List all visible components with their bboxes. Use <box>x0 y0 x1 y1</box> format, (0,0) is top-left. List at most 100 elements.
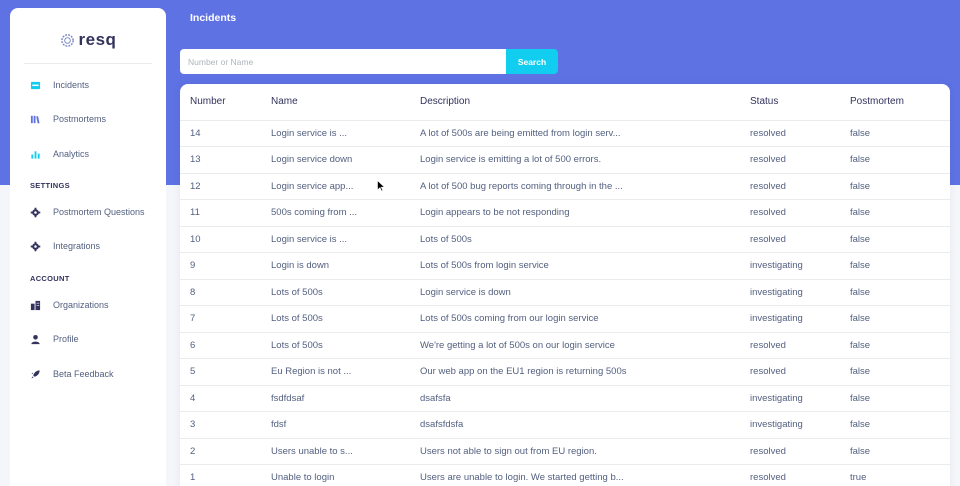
sidebar-item-beta-feedback[interactable]: Beta Feedback <box>10 363 166 385</box>
cell-status: investigating <box>740 385 840 412</box>
table-row[interactable]: 8 Lots of 500s Login service is down invest… <box>180 279 950 306</box>
cell-status: investigating <box>740 279 840 306</box>
cell-description: dsafsfa <box>410 385 740 412</box>
cell-status: resolved <box>740 146 840 174</box>
table-row[interactable]: 3 fdsf dsafsfdsfa investigating false <box>180 411 950 439</box>
cell-postmortem: false <box>840 305 950 333</box>
bar-chart-icon <box>29 148 41 160</box>
cell-number: 4 <box>180 385 261 412</box>
sidebar-item-postmortems[interactable]: Postmortems <box>10 108 166 130</box>
gear-icon <box>29 206 41 218</box>
sidebar-item-label: Incidents <box>53 80 90 90</box>
cell-number: 6 <box>180 332 261 359</box>
inbox-icon <box>29 79 41 91</box>
column-header-status[interactable]: Status <box>740 84 840 121</box>
cell-postmortem: false <box>840 332 950 359</box>
sidebar-item-label: Organizations <box>53 300 109 310</box>
table-row[interactable]: 10 Login service is ... Lots of 500s resolv… <box>180 226 950 253</box>
sidebar-item-organizations[interactable]: Organizations <box>10 294 166 316</box>
search-input[interactable] <box>180 49 506 74</box>
cell-postmortem: false <box>840 146 950 174</box>
cell-description: Login service is emitting a lot of 500 e… <box>410 146 740 174</box>
cell-number: 8 <box>180 279 261 306</box>
cell-postmortem: false <box>840 120 950 147</box>
cell-name: Login service is ... <box>261 226 410 253</box>
sidebar: resq Incidents Postmortems Analytics SET… <box>10 8 166 486</box>
cell-description: We're getting a lot of 500s on our login… <box>410 332 740 359</box>
sidebar-item-label: Profile <box>53 334 79 344</box>
cell-number: 7 <box>180 305 261 333</box>
table-row[interactable]: 9 Login is down Lots of 500s from login se… <box>180 252 950 280</box>
column-header-description[interactable]: Description <box>410 84 740 121</box>
sidebar-item-postmortem-questions[interactable]: Postmortem Questions <box>10 201 166 223</box>
sidebar-item-incidents[interactable]: Incidents <box>10 74 166 96</box>
cell-name: Lots of 500s <box>261 332 410 359</box>
cell-postmortem: false <box>840 252 950 280</box>
sidebar-item-profile[interactable]: Profile <box>10 328 166 350</box>
cell-description: Lots of 500s <box>410 226 740 253</box>
cell-name: Lots of 500s <box>261 305 410 333</box>
table-row[interactable]: 4 fsdfdsaf dsafsfa investigating false <box>180 385 950 412</box>
search-button[interactable]: Search <box>506 49 558 74</box>
column-header-postmortem[interactable]: Postmortem <box>840 84 950 121</box>
cell-status: resolved <box>740 438 840 465</box>
cell-description: Login appears to be not responding <box>410 199 740 227</box>
rocket-icon <box>29 368 41 380</box>
settings-section-title: SETTINGS <box>30 181 70 190</box>
table-row[interactable]: 12 Login service app... A lot of 500 bug r… <box>180 173 950 200</box>
cell-status: resolved <box>740 173 840 200</box>
cell-postmortem: false <box>840 279 950 306</box>
cell-status: investigating <box>740 305 840 333</box>
building-icon <box>29 299 41 311</box>
sidebar-item-integrations[interactable]: Integrations <box>10 235 166 257</box>
books-icon <box>29 113 41 125</box>
cell-name: fdsf <box>261 411 410 439</box>
cell-number: 13 <box>180 146 261 174</box>
column-header-name[interactable]: Name <box>261 84 410 121</box>
sidebar-item-label: Postmortem Questions <box>53 207 145 217</box>
cell-status: resolved <box>740 358 840 386</box>
table-row[interactable]: 5 Eu Region is not ... Our web app on the … <box>180 358 950 386</box>
cell-name: Eu Region is not ... <box>261 358 410 386</box>
cell-postmortem: false <box>840 438 950 465</box>
table-row[interactable]: 1 Unable to login Users are unable to logi… <box>180 464 950 486</box>
cell-number: 12 <box>180 173 261 200</box>
column-header-number[interactable]: Number <box>180 84 261 121</box>
cell-description: Users not able to sign out from EU regio… <box>410 438 740 465</box>
mouse-cursor-icon <box>377 180 385 192</box>
cell-postmortem: false <box>840 358 950 386</box>
cell-name: Unable to login <box>261 464 410 486</box>
cell-status: investigating <box>740 252 840 280</box>
table-row[interactable]: 7 Lots of 500s Lots of 500s coming from ou… <box>180 305 950 333</box>
table-row[interactable]: 11 500s coming from ... Login appears to b… <box>180 199 950 227</box>
cell-postmortem: true <box>840 464 950 486</box>
cell-postmortem: false <box>840 226 950 253</box>
table-row[interactable]: 13 Login service down Login service is emi… <box>180 146 950 174</box>
cell-name: Login service is ... <box>261 120 410 147</box>
cell-number: 14 <box>180 120 261 147</box>
cell-status: resolved <box>740 199 840 227</box>
cell-description: Lots of 500s from login service <box>410 252 740 280</box>
logo-icon <box>60 33 74 47</box>
table-row[interactable]: 6 Lots of 500s We're getting a lot of 500s… <box>180 332 950 359</box>
sidebar-item-analytics[interactable]: Analytics <box>10 143 166 165</box>
cell-postmortem: false <box>840 173 950 200</box>
cell-status: resolved <box>740 226 840 253</box>
cell-description: Login service is down <box>410 279 740 306</box>
page-title: Incidents <box>190 12 237 24</box>
table-row[interactable]: 14 Login service is ... A lot of 500s are … <box>180 120 950 147</box>
table-header-row: Number Name Description Status Postmorte… <box>180 84 950 121</box>
table-row[interactable]: 2 Users unable to s... Users not able to s… <box>180 438 950 465</box>
logo[interactable]: resq <box>10 28 166 52</box>
logo-divider <box>24 63 152 64</box>
cell-name: Login service app... <box>261 173 410 200</box>
cell-number: 9 <box>180 252 261 280</box>
cell-description: Users are unable to login. We started ge… <box>410 464 740 486</box>
cell-status: investigating <box>740 411 840 439</box>
cell-status: resolved <box>740 332 840 359</box>
table-body: 14 Login service is ... A lot of 500s are … <box>180 120 950 486</box>
cell-postmortem: false <box>840 385 950 412</box>
gear-icon <box>29 240 41 252</box>
cell-number: 1 <box>180 464 261 486</box>
cell-name: Login is down <box>261 252 410 280</box>
